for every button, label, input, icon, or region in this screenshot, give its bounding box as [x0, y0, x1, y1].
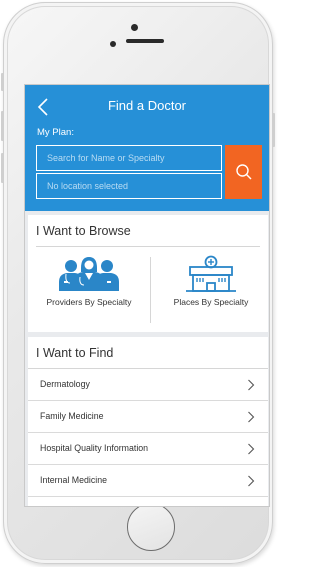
volume-up-button — [1, 111, 4, 141]
power-button — [272, 113, 275, 147]
list-item-dermatology[interactable]: Dermatology — [28, 369, 268, 401]
doctors-group-icon — [59, 257, 119, 291]
list-item-internal-medicine[interactable]: Internal Medicine — [28, 465, 268, 497]
list-item-hospital-quality-information[interactable]: Hospital Quality Information — [28, 433, 268, 465]
divider — [36, 246, 260, 247]
chevron-right-icon — [248, 475, 255, 487]
search-button[interactable] — [225, 145, 262, 199]
location-input[interactable] — [36, 173, 222, 199]
front-camera — [110, 41, 116, 47]
list-item-label: Hospital Quality Information — [40, 443, 149, 453]
providers-by-specialty-label: Providers By Specialty — [46, 297, 132, 307]
back-button[interactable] — [37, 93, 61, 121]
chevron-right-icon — [248, 411, 255, 423]
hospital-building-icon — [186, 255, 236, 292]
chevron-left-icon — [37, 98, 48, 116]
list-item-label: Dermatology — [40, 379, 90, 389]
places-by-specialty-label: Places By Specialty — [173, 297, 249, 307]
header: Find a Doctor My Plan: — [25, 85, 269, 211]
proximity-sensor — [131, 24, 138, 31]
divider — [150, 257, 151, 323]
app-screen: Find a Doctor My Plan: I Want to Browse — [24, 84, 270, 507]
find-card: I Want to Find Dermatology Family Medici… — [28, 337, 268, 506]
search-icon — [235, 164, 251, 180]
list-item-label: Family Medicine — [40, 411, 104, 421]
page-title: Find a Doctor — [107, 98, 187, 113]
chevron-right-icon — [248, 443, 255, 455]
browse-card: I Want to Browse Providers By Specialty … — [28, 215, 268, 332]
earpiece-speaker — [126, 39, 164, 43]
mute-switch — [1, 73, 4, 91]
list-item-family-medicine[interactable]: Family Medicine — [28, 401, 268, 433]
home-button[interactable] — [127, 503, 175, 551]
find-section-title: I Want to Find — [36, 346, 114, 360]
browse-section-title: I Want to Browse — [36, 224, 131, 238]
places-by-specialty-button[interactable]: Places By Specialty — [152, 255, 269, 325]
search-input[interactable] — [36, 145, 222, 171]
plan-label: My Plan: — [37, 127, 74, 138]
specialty-list: Dermatology Family Medicine Hospital Qua… — [28, 369, 268, 497]
chevron-right-icon — [248, 379, 255, 391]
providers-by-specialty-button[interactable]: Providers By Specialty — [30, 255, 148, 325]
list-item-label: Internal Medicine — [40, 475, 107, 485]
volume-down-button — [1, 153, 4, 183]
